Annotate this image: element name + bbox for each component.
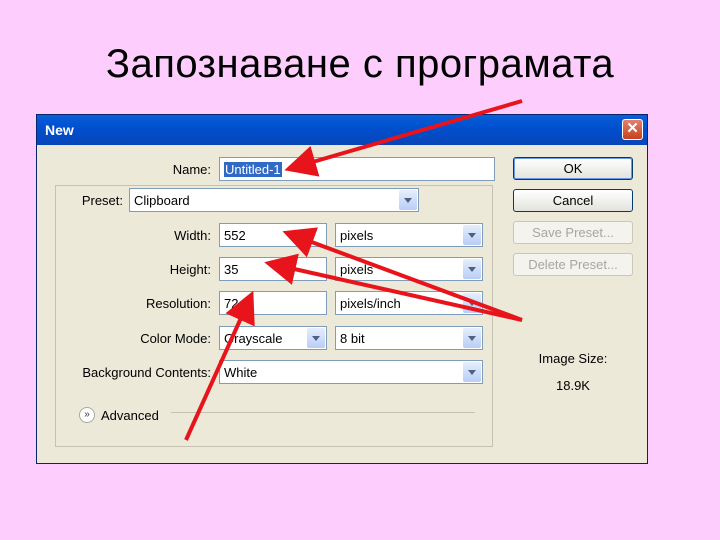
arrow-to-resolution xyxy=(184,290,255,441)
annotation-arrows xyxy=(184,99,523,441)
arrow-to-name xyxy=(284,99,523,177)
